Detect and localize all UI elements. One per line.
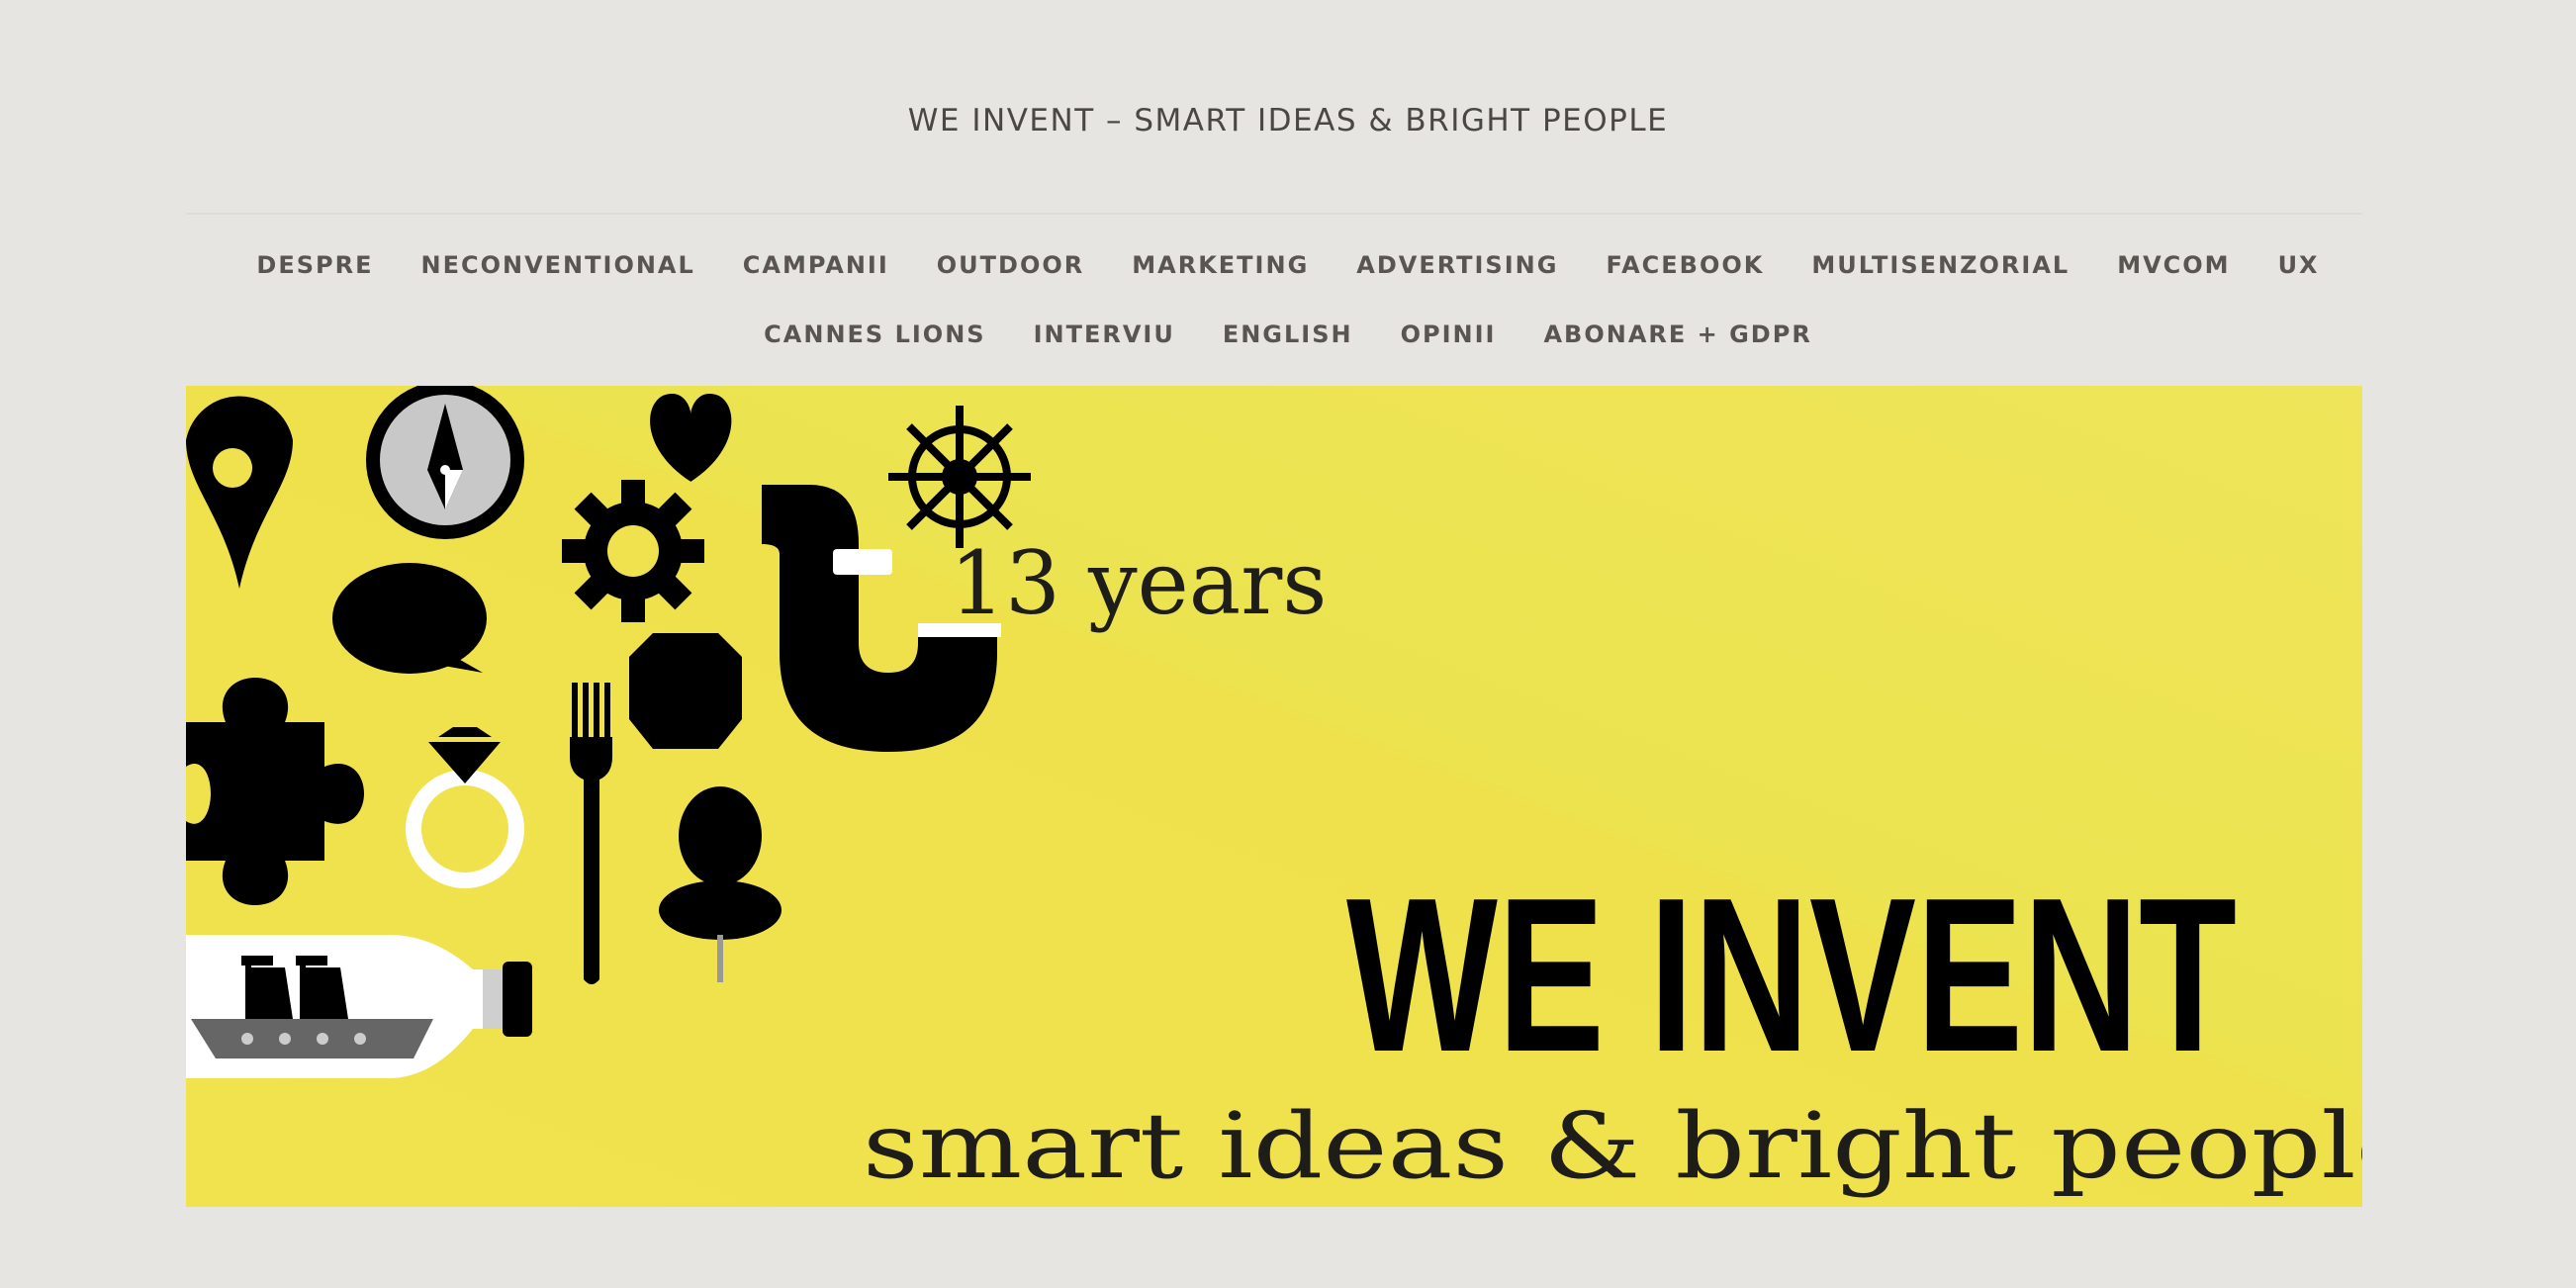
nav-item-campanii[interactable]: CAMPANII	[719, 247, 913, 283]
nav-item-advertising[interactable]: ADVERTISING	[1333, 247, 1582, 283]
nav-item-interviu[interactable]: INTERVIU	[1010, 317, 1199, 352]
speech-bubble-icon	[332, 563, 487, 674]
nav-item-ux[interactable]: UX	[2254, 247, 2344, 283]
banner-tagline: smart ideas & bright people	[863, 1093, 2362, 1199]
header-divider	[186, 213, 2362, 215]
nav-item-facebook[interactable]: FACEBOOK	[1582, 247, 1788, 283]
nav-item-cannes-lions[interactable]: CANNES LIONS	[740, 317, 1009, 352]
nav-item-english[interactable]: ENGLISH	[1199, 317, 1377, 352]
hexagon-icon	[629, 633, 742, 749]
gear-icon	[562, 480, 704, 622]
nav-item-marketing[interactable]: MARKETING	[1108, 247, 1333, 283]
nav-item-neconventional[interactable]: NECONVENTIONAL	[398, 247, 719, 283]
banner-graphic: 13 years WE INVENT smart ideas & bright …	[186, 386, 2362, 1207]
nav-item-multisenzorial[interactable]: MULTISENZORIAL	[1788, 247, 2093, 283]
compass-icon	[366, 386, 524, 539]
ship-wheel-icon	[888, 406, 1031, 548]
banner-headline: WE INVENT	[1346, 853, 2237, 1098]
site-title[interactable]: WE INVENT – SMART IDEAS & BRIGHT PEOPLE	[0, 103, 2576, 138]
primary-nav-row-1: DESPRE NECONVENTIONAL CAMPANII OUTDOOR MARKE…	[0, 247, 2576, 283]
nav-item-abonare-gdpr[interactable]: ABONARE + GDPR	[1519, 317, 1835, 352]
nav-item-despre[interactable]: DESPRE	[232, 247, 397, 283]
nav-item-opinii[interactable]: OPINII	[1377, 317, 1520, 352]
header-banner-image[interactable]: 13 years WE INVENT smart ideas & bright …	[186, 386, 2362, 1207]
nav-item-mvcom[interactable]: MVCOM	[2093, 247, 2254, 283]
banner-years-text: 13 years	[950, 532, 1327, 634]
nav-item-outdoor[interactable]: OUTDOOR	[913, 247, 1108, 283]
primary-nav-row-2: CANNES LIONS INTERVIU ENGLISH OPINII ABONARE…	[0, 317, 2576, 352]
